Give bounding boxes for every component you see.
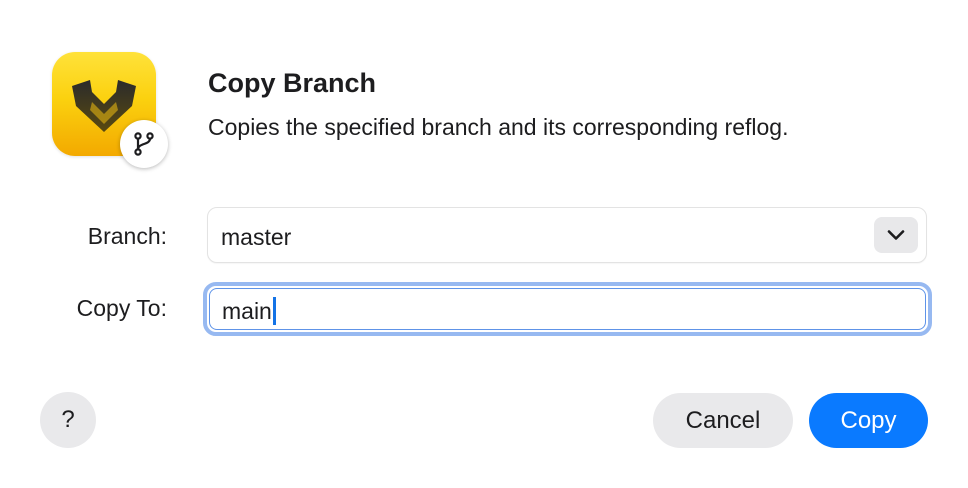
text-caret: [272, 297, 276, 325]
copy-button[interactable]: Copy: [809, 393, 928, 448]
git-branch-icon: [134, 132, 154, 156]
copy-to-input-value: main: [222, 298, 272, 324]
dialog-title: Copy Branch: [208, 68, 377, 98]
branch-dropdown-button[interactable]: [874, 217, 918, 253]
copy-to-input-value-wrap: main: [222, 297, 276, 325]
help-button[interactable]: ?: [40, 392, 96, 448]
branch-select[interactable]: master: [207, 207, 927, 263]
chevron-down-icon: [887, 230, 905, 240]
copy-to-input-border: [209, 288, 926, 330]
branch-badge: [120, 120, 168, 168]
copy-to-label: Copy To:: [76, 295, 167, 321]
branch-label: Branch:: [87, 223, 167, 249]
copy-to-input[interactable]: main: [203, 282, 932, 336]
cancel-button[interactable]: Cancel: [653, 393, 793, 448]
branch-select-value: master: [221, 224, 292, 250]
dialog-description: Copies the specified branch and its corr…: [208, 114, 789, 140]
